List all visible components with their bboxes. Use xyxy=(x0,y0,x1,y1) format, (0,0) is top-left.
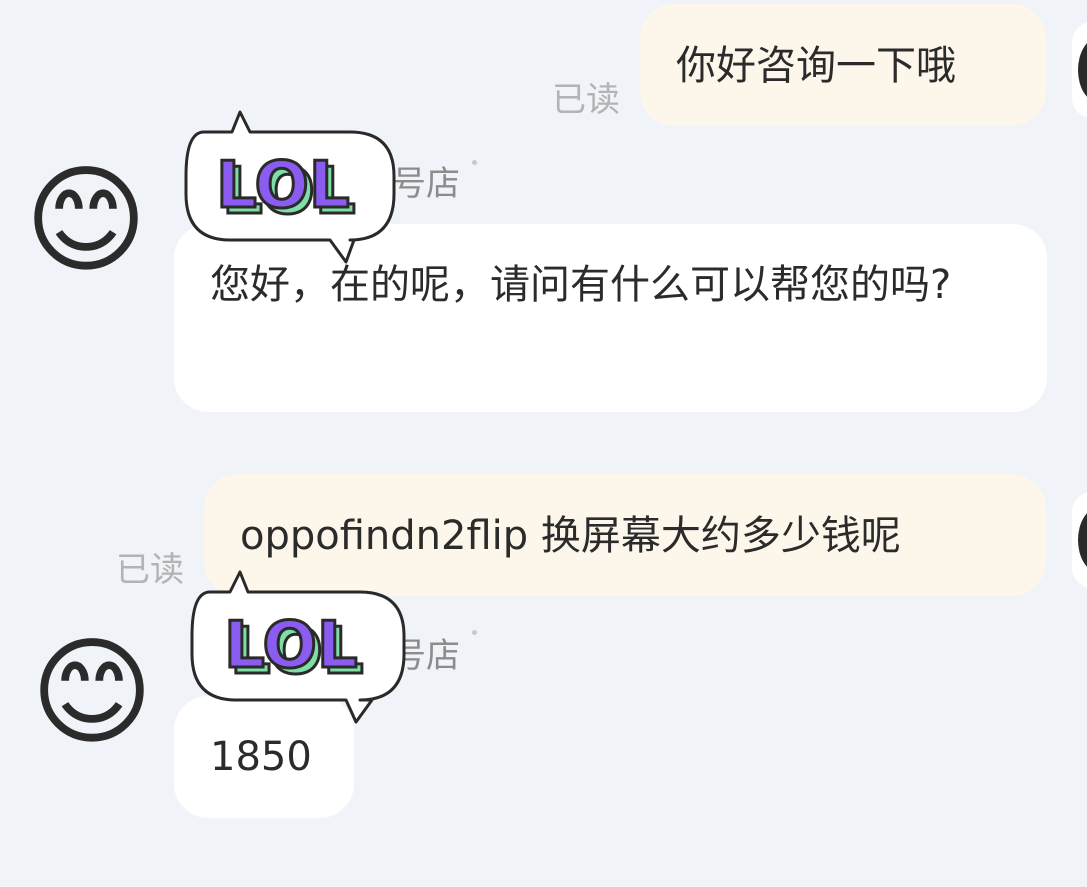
smiling-face-icon: 😊 xyxy=(24,151,148,289)
message-text: 1850 xyxy=(210,734,312,780)
sticker-text: LOL xyxy=(224,609,358,683)
sticker-text: LOL xyxy=(216,149,350,223)
lol-sticker: LOL LOL xyxy=(180,110,400,270)
outgoing-message-bubble[interactable]: 你好咨询一下哦 xyxy=(640,4,1046,126)
message-text: 你好咨询一下哦 xyxy=(676,43,956,89)
separator-dot xyxy=(472,630,477,635)
self-avatar[interactable] xyxy=(1072,22,1087,118)
shop-name[interactable]: 号店 xyxy=(392,164,460,204)
read-status: 已读 xyxy=(552,80,620,120)
separator-dot xyxy=(472,160,477,165)
shop-avatar[interactable]: 😊 xyxy=(30,630,154,754)
self-avatar[interactable] xyxy=(1072,492,1087,588)
lol-sticker: LOL LOL xyxy=(186,570,410,730)
read-status: 已读 xyxy=(116,550,184,590)
smiling-face-icon: 😊 xyxy=(30,623,154,761)
shop-avatar[interactable]: 😊 xyxy=(24,158,148,282)
message-text: oppofindn2flip 换屏幕大约多少钱呢 xyxy=(240,513,901,559)
